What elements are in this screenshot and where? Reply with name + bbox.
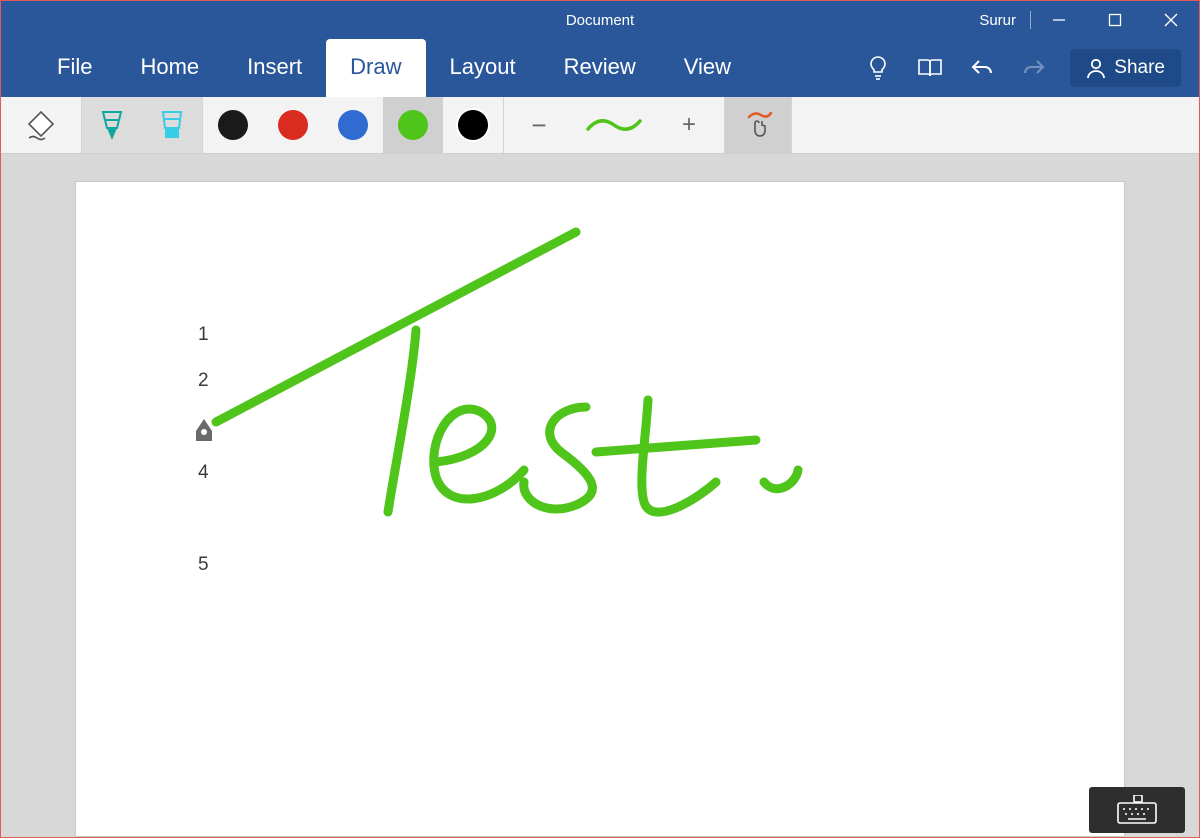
swatch-black-icon — [218, 110, 248, 140]
tab-review[interactable]: Review — [540, 39, 660, 97]
touch-draw-icon — [743, 109, 773, 141]
separator — [791, 97, 792, 153]
stroke-thicker[interactable]: + — [654, 97, 724, 153]
swatch-green-icon — [398, 110, 428, 140]
touch-draw-toggle[interactable] — [725, 97, 791, 153]
swatch-blue-icon — [338, 110, 368, 140]
keyboard-icon — [1114, 795, 1160, 825]
tab-file[interactable]: File — [33, 39, 116, 97]
share-label: Share — [1114, 57, 1165, 79]
eraser-tool[interactable] — [1, 97, 81, 153]
redo-button[interactable] — [1010, 44, 1058, 92]
stroke-thinner[interactable]: − — [504, 97, 574, 153]
tab-view[interactable]: View — [660, 39, 755, 97]
color-blue[interactable] — [323, 97, 383, 153]
document-page[interactable]: 1 2 4 5 — [75, 181, 1125, 837]
minimize-icon — [1052, 13, 1066, 27]
redo-icon — [1022, 57, 1046, 79]
tell-me-button[interactable] — [854, 44, 902, 92]
maximize-icon — [1108, 13, 1122, 27]
tab-layout[interactable]: Layout — [426, 39, 540, 97]
workspace: 1 2 4 5 — [1, 155, 1199, 837]
stroke-preview — [574, 97, 654, 153]
color-green[interactable] — [383, 97, 443, 153]
person-icon — [1086, 57, 1106, 79]
minimize-button[interactable] — [1031, 1, 1087, 39]
undo-icon — [970, 57, 994, 79]
book-icon — [917, 57, 943, 79]
color-black[interactable] — [203, 97, 263, 153]
lightbulb-icon — [867, 55, 889, 81]
pen-tool[interactable] — [82, 97, 142, 153]
tab-draw[interactable]: Draw — [326, 39, 425, 97]
color-more[interactable] — [443, 97, 503, 153]
highlighter-icon — [157, 108, 187, 142]
eraser-icon — [23, 108, 59, 142]
color-red[interactable] — [263, 97, 323, 153]
touch-keyboard-button[interactable] — [1089, 787, 1185, 833]
close-button[interactable] — [1143, 1, 1199, 39]
rainbow-icon — [458, 110, 488, 140]
draw-toolbar: − + — [1, 97, 1199, 154]
minus-icon: − — [531, 110, 546, 141]
pen-icon — [97, 108, 127, 142]
undo-button[interactable] — [958, 44, 1006, 92]
maximize-button[interactable] — [1087, 1, 1143, 39]
swatch-red-icon — [278, 110, 308, 140]
wave-icon — [586, 115, 642, 135]
tab-home[interactable]: Home — [116, 39, 223, 97]
ribbon-tabs: File Home Insert Draw Layout Review View — [1, 39, 1199, 97]
highlighter-tool[interactable] — [142, 97, 202, 153]
read-mode-button[interactable] — [906, 44, 954, 92]
tab-insert[interactable]: Insert — [223, 39, 326, 97]
title-bar: Document Surur — [1, 1, 1199, 39]
plus-icon: + — [682, 111, 696, 139]
share-button[interactable]: Share — [1070, 49, 1181, 87]
user-name[interactable]: Surur — [965, 12, 1030, 29]
ink-stroke — [76, 182, 1126, 682]
close-icon — [1164, 13, 1178, 27]
